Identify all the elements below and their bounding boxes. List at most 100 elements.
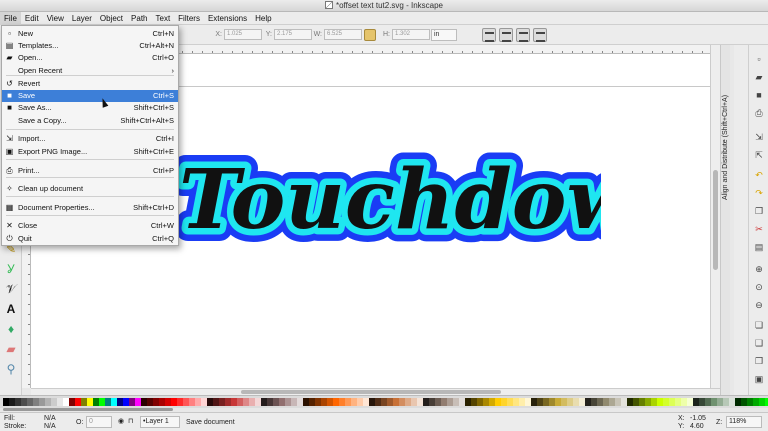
menu-item-label: Open...	[18, 53, 43, 62]
move-gradients-icon[interactable]	[516, 28, 530, 42]
file-menu-item-new[interactable]: ▫ New Ctrl+N	[2, 28, 178, 40]
menu-item-shortcut: Shift+Ctrl+Alt+S	[120, 116, 174, 125]
menu-item-shortcut: Ctrl+W	[150, 221, 174, 230]
document-properties-icon: ▦	[5, 203, 14, 212]
duplicate-icon[interactable]: ❏	[753, 319, 765, 331]
undo-icon[interactable]: ↶	[753, 169, 765, 181]
touchdown-text: Touchdown	[179, 152, 601, 248]
zoom-field[interactable]: 118%	[726, 416, 762, 428]
y-field[interactable]: 2.175	[274, 29, 312, 40]
w-field[interactable]: 6.525	[324, 29, 362, 40]
lock-ratio-icon[interactable]	[364, 29, 376, 41]
vertical-scrollbar[interactable]	[710, 45, 720, 388]
save-icon[interactable]: ■	[753, 89, 765, 101]
menu-item-shortcut: Ctrl+Alt+N	[139, 41, 174, 50]
menu-text[interactable]: Text	[152, 12, 175, 25]
paint-bucket-icon[interactable]: ♦	[3, 321, 19, 337]
menu-separator	[6, 177, 174, 178]
menu-item-shortcut: Ctrl+S	[152, 91, 174, 100]
bezier-tool-icon[interactable]: 𝒱	[3, 281, 19, 297]
file-menu-item-import[interactable]: ⇲ Import... Ctrl+I	[2, 133, 178, 145]
menu-item-label: Import...	[18, 134, 46, 143]
zoom-label: Z:	[716, 419, 723, 426]
file-menu-item-save[interactable]: ■ Save Ctrl+S	[2, 90, 178, 102]
move-patterns-icon[interactable]	[533, 28, 547, 42]
spray-tool-icon[interactable]: Ỿ	[3, 261, 19, 277]
clone-icon[interactable]: ❑	[753, 337, 765, 349]
horizontal-scroll-thumb[interactable]	[241, 390, 501, 394]
unlink-clone-icon[interactable]: ❒	[753, 355, 765, 367]
menu-item-shortcut: Ctrl+P	[152, 166, 174, 175]
file-menu-item-print[interactable]: ⎙ Print... Ctrl+P	[2, 165, 178, 177]
import-icon[interactable]: ⇲	[753, 131, 765, 143]
layer-lock-icon[interactable]: ⊓	[128, 418, 133, 426]
file-menu-item-templates[interactable]: ▤ Templates... Ctrl+Alt+N	[2, 40, 178, 52]
menu-path[interactable]: Path	[127, 12, 151, 25]
palette-scrollbar[interactable]	[3, 408, 173, 411]
eraser-tool-icon[interactable]: ▰	[3, 341, 19, 357]
x-control: X: 1.025	[212, 29, 262, 40]
h-field[interactable]: 1.302	[392, 29, 430, 40]
menu-object[interactable]: Object	[96, 12, 127, 25]
text-tool-icon[interactable]: A	[3, 301, 19, 317]
menu-item-shortcut: Ctrl+O	[152, 53, 174, 62]
menu-bar: File Edit View Layer Object Path Text Fi…	[0, 12, 768, 25]
print-icon[interactable]: ⎙	[753, 107, 765, 119]
menu-filters[interactable]: Filters	[174, 12, 204, 25]
menu-help[interactable]: Help	[251, 12, 275, 25]
zoom-page-icon[interactable]: ⊖	[753, 299, 765, 311]
file-menu-item-save-as[interactable]: ■ Save As... Shift+Ctrl+S	[2, 102, 178, 114]
x-label: X:	[215, 31, 222, 39]
file-menu-item-open[interactable]: ▰ Open... Ctrl+O	[2, 52, 178, 64]
vertical-scroll-thumb[interactable]	[713, 170, 718, 270]
file-menu-item-close[interactable]: ✕ Close Ctrl+W	[2, 220, 178, 232]
scale-stroke-icon[interactable]	[482, 28, 496, 42]
export-icon[interactable]: ⇱	[753, 149, 765, 161]
touchdown-text-art[interactable]: Touchdown Touchdown Touchdown	[161, 140, 601, 250]
file-menu-item-revert[interactable]: ↺ Revert	[2, 78, 178, 90]
group-icon[interactable]: ▣	[753, 373, 765, 385]
document-icon	[324, 1, 333, 9]
commands-bar: ▫ ▰ ■ ⎙ ⇲ ⇱ ↶ ↷ ❐ ✂ ▤ ⊕ ⊙ ⊖ ❏ ❑ ❒ ▣	[748, 45, 768, 395]
paste-icon[interactable]: ▤	[753, 241, 765, 253]
file-menu-item-clean-up-document[interactable]: ✧ Clean up document	[2, 183, 178, 195]
copy-icon[interactable]: ❐	[753, 205, 765, 217]
menu-file[interactable]: File	[0, 12, 21, 25]
dropper-tool-icon[interactable]: ⚲	[3, 361, 19, 377]
stroke-value: N/A	[44, 423, 56, 430]
x-field[interactable]: 1.025	[224, 29, 262, 40]
w-label: W:	[313, 31, 322, 39]
file-menu-dropdown: ▫ New Ctrl+N ▤ Templates... Ctrl+Alt+N ▰ Open..…	[1, 25, 179, 246]
cut-icon[interactable]: ✂	[753, 223, 765, 235]
menu-item-label: New	[18, 29, 34, 38]
file-menu-item-save-a-copy[interactable]: Save a Copy... Shift+Ctrl+Alt+S	[2, 115, 178, 127]
menu-edit[interactable]: Edit	[21, 12, 43, 25]
file-menu-item-document-properties[interactable]: ▦ Document Properties... Shift+Ctrl+D	[2, 202, 178, 214]
align-distribute-dock-tab[interactable]: Align and Distribute (Shift+Ctrl+A)	[722, 95, 729, 200]
menu-item-label: Print...	[18, 166, 40, 175]
file-menu-item-quit[interactable]: ⏻ Quit Ctrl+Q	[2, 233, 178, 245]
file-menu-item-export-png-image[interactable]: ▣ Export PNG Image... Shift+Ctrl+E	[2, 146, 178, 158]
zoom-selection-icon[interactable]: ⊕	[753, 263, 765, 275]
opacity-field[interactable]: 0	[86, 416, 112, 428]
layer-select[interactable]: •Layer 1	[140, 416, 180, 428]
zoom-drawing-icon[interactable]: ⊙	[753, 281, 765, 293]
menu-item-label: Document Properties...	[18, 203, 95, 212]
horizontal-scrollbar[interactable]	[31, 388, 720, 395]
menu-item-label: Save a Copy...	[18, 116, 67, 125]
menu-item-shortcut: Shift+Ctrl+S	[133, 103, 174, 112]
menu-view[interactable]: View	[43, 12, 68, 25]
menu-separator	[6, 159, 174, 160]
open-icon[interactable]: ▰	[753, 71, 765, 83]
layer-visibility-icon[interactable]: ◉	[118, 418, 124, 426]
redo-icon[interactable]: ↷	[753, 187, 765, 199]
menu-layer[interactable]: Layer	[68, 12, 96, 25]
fill-label: Fill:	[4, 415, 15, 422]
menu-item-shortcut: Ctrl+I	[155, 134, 174, 143]
menu-item-label: Save	[18, 91, 36, 100]
menu-extensions[interactable]: Extensions	[204, 12, 251, 25]
menu-separator	[6, 196, 174, 197]
new-icon[interactable]: ▫	[753, 53, 765, 65]
scale-corners-icon[interactable]	[499, 28, 513, 42]
units-select[interactable]: in	[431, 29, 457, 41]
